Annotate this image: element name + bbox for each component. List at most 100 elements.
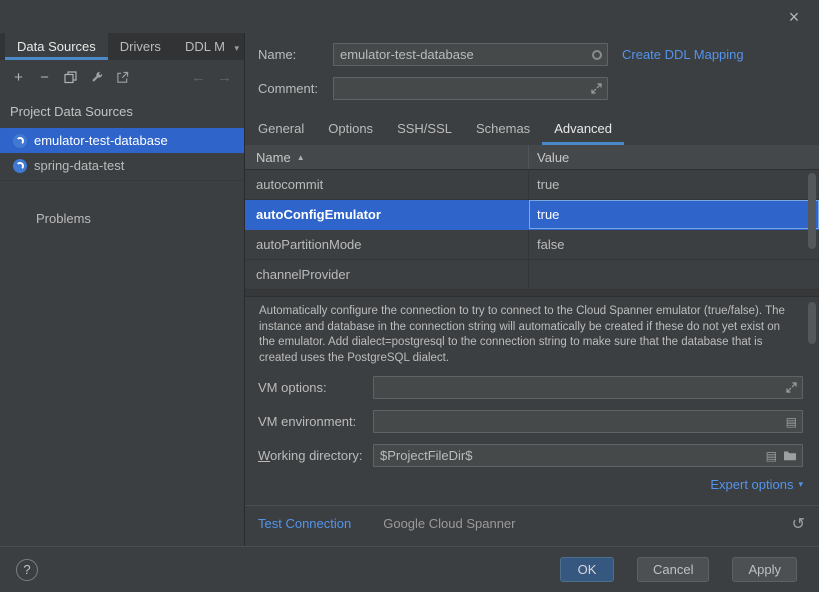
divider [0, 180, 244, 181]
data-sources-dialog: × Data Sources Drivers DDL M ▾ + − [0, 0, 819, 592]
close-icon[interactable]: × [783, 6, 805, 28]
table-row-selected[interactable]: autoConfigEmulator true [245, 200, 819, 230]
cloud-spanner-icon [13, 159, 27, 173]
vm-environment-row: VM environment: ▤ [245, 410, 819, 433]
expand-icon[interactable] [591, 83, 602, 94]
property-description-panel: Automatically configure the connection t… [245, 297, 819, 367]
comment-row: Comment: [245, 77, 819, 100]
chevron-down-icon: ▾ [798, 479, 803, 490]
horizontal-scrollbar-track [245, 290, 819, 297]
working-directory-row: Working directory: ▤ [245, 444, 819, 467]
comment-field [333, 77, 608, 100]
remove-icon[interactable]: − [33, 66, 56, 88]
problems-item[interactable]: Problems [0, 211, 244, 226]
table-scrollbar [808, 173, 816, 249]
project-data-sources-heading: Project Data Sources [0, 91, 244, 128]
property-name-cell: autoPartitionMode [245, 230, 528, 259]
test-connection-link[interactable]: Test Connection [258, 516, 351, 531]
sidebar: Data Sources Drivers DDL M ▾ + − [0, 33, 245, 546]
variables-list-icon[interactable]: ▤ [766, 450, 777, 462]
property-name-cell: channelProvider [245, 260, 528, 289]
table-row[interactable]: autoPartitionMode false [245, 230, 819, 260]
property-value-cell: true [528, 200, 819, 229]
dialog-content: Data Sources Drivers DDL M ▾ + − [0, 33, 819, 546]
expert-options-link[interactable]: Expert options ▾ [710, 477, 803, 492]
scrollbar-thumb[interactable] [808, 173, 816, 249]
property-name-cell: autocommit [245, 170, 528, 199]
create-ddl-mapping-link[interactable]: Create DDL Mapping [622, 47, 744, 62]
tab-drivers[interactable]: Drivers [108, 33, 173, 60]
tab-ddl-mappings-label: DDL M [185, 39, 225, 54]
tab-data-sources[interactable]: Data Sources [5, 33, 108, 60]
datasource-item-spring-data-test[interactable]: spring-data-test [0, 153, 244, 178]
name-input[interactable] [333, 43, 608, 66]
comment-input[interactable] [333, 77, 608, 100]
working-directory-input[interactable] [373, 444, 803, 467]
vm-environment-label: VM environment: [258, 414, 373, 429]
name-row: Name: Create DDL Mapping [245, 43, 819, 66]
vm-options-row: VM options: [245, 376, 819, 399]
name-label: Name: [258, 47, 333, 62]
cloud-spanner-icon [13, 134, 27, 148]
property-value-cell: true [528, 170, 819, 199]
back-icon[interactable]: ← [187, 66, 210, 88]
sort-asc-icon: ▲ [297, 153, 305, 162]
name-field [333, 43, 608, 66]
vm-environment-input[interactable] [373, 410, 803, 433]
chevron-down-icon: ▾ [235, 43, 240, 53]
table-row[interactable]: channelProvider [245, 260, 819, 290]
tab-advanced[interactable]: Advanced [542, 114, 624, 145]
vm-environment-field: ▤ [373, 410, 803, 433]
properties-table: Name ▲ Value autocommit true autoConfigE… [245, 145, 819, 290]
tab-data-sources-label: Data Sources [17, 39, 96, 54]
expand-icon[interactable] [786, 382, 797, 393]
tab-schemas[interactable]: Schemas [464, 114, 542, 145]
tab-drivers-label: Drivers [120, 39, 161, 54]
help-button[interactable]: ? [16, 559, 38, 581]
expert-options-row: Expert options ▾ [245, 477, 819, 492]
export-icon[interactable] [111, 66, 134, 88]
main-panel: Name: Create DDL Mapping Comment: Genera… [245, 33, 819, 546]
property-value-cell [528, 260, 819, 289]
forward-icon[interactable]: → [213, 66, 236, 88]
property-name-cell: autoConfigEmulator [245, 200, 528, 229]
table-row[interactable]: autocommit true [245, 170, 819, 200]
variables-list-icon[interactable]: ▤ [786, 416, 797, 428]
column-header-value[interactable]: Value [528, 145, 819, 169]
copy-icon[interactable] [59, 66, 82, 88]
cancel-button[interactable]: Cancel [637, 557, 709, 582]
apply-button[interactable]: Apply [732, 557, 797, 582]
working-directory-field: ▤ [373, 444, 803, 467]
working-directory-label: Working directory: [258, 448, 373, 463]
ok-button[interactable]: OK [560, 557, 614, 582]
tab-general[interactable]: General [246, 114, 316, 145]
dialog-buttons: OK Cancel Apply [560, 557, 797, 582]
datasource-label: spring-data-test [34, 158, 124, 173]
tab-ssh-ssl[interactable]: SSH/SSL [385, 114, 464, 145]
table-header: Name ▲ Value [245, 145, 819, 170]
tab-options[interactable]: Options [316, 114, 385, 145]
datasource-item-emulator-test-database[interactable]: emulator-test-database [0, 128, 244, 153]
vm-options-field [373, 376, 803, 399]
column-header-name[interactable]: Name ▲ [245, 145, 528, 169]
revert-icon[interactable]: ↺ [792, 514, 805, 534]
add-icon[interactable]: + [7, 66, 30, 88]
title-bar: × [0, 0, 819, 33]
property-value-cell: false [528, 230, 819, 259]
scrollbar-thumb[interactable] [808, 302, 816, 344]
property-description-text: Automatically configure the connection t… [259, 304, 789, 366]
comment-label: Comment: [258, 81, 333, 96]
vm-options-input[interactable] [373, 376, 803, 399]
test-connection-row: Test Connection Google Cloud Spanner ↺ [245, 506, 819, 541]
wrench-icon[interactable] [85, 66, 108, 88]
bottom-bar: ? OK Cancel Apply [0, 546, 819, 592]
datasource-label: emulator-test-database [34, 133, 168, 148]
driver-name: Google Cloud Spanner [383, 516, 515, 531]
description-scrollbar [808, 302, 816, 344]
tab-ddl-mappings[interactable]: DDL M ▾ [173, 33, 251, 60]
folder-icon[interactable] [783, 450, 797, 461]
sidebar-tab-bar: Data Sources Drivers DDL M ▾ [0, 33, 244, 60]
column-header-name-label: Name [256, 150, 291, 165]
settings-tab-bar: General Options SSH/SSL Schemas Advanced [245, 114, 819, 145]
spinner-icon [592, 50, 602, 60]
